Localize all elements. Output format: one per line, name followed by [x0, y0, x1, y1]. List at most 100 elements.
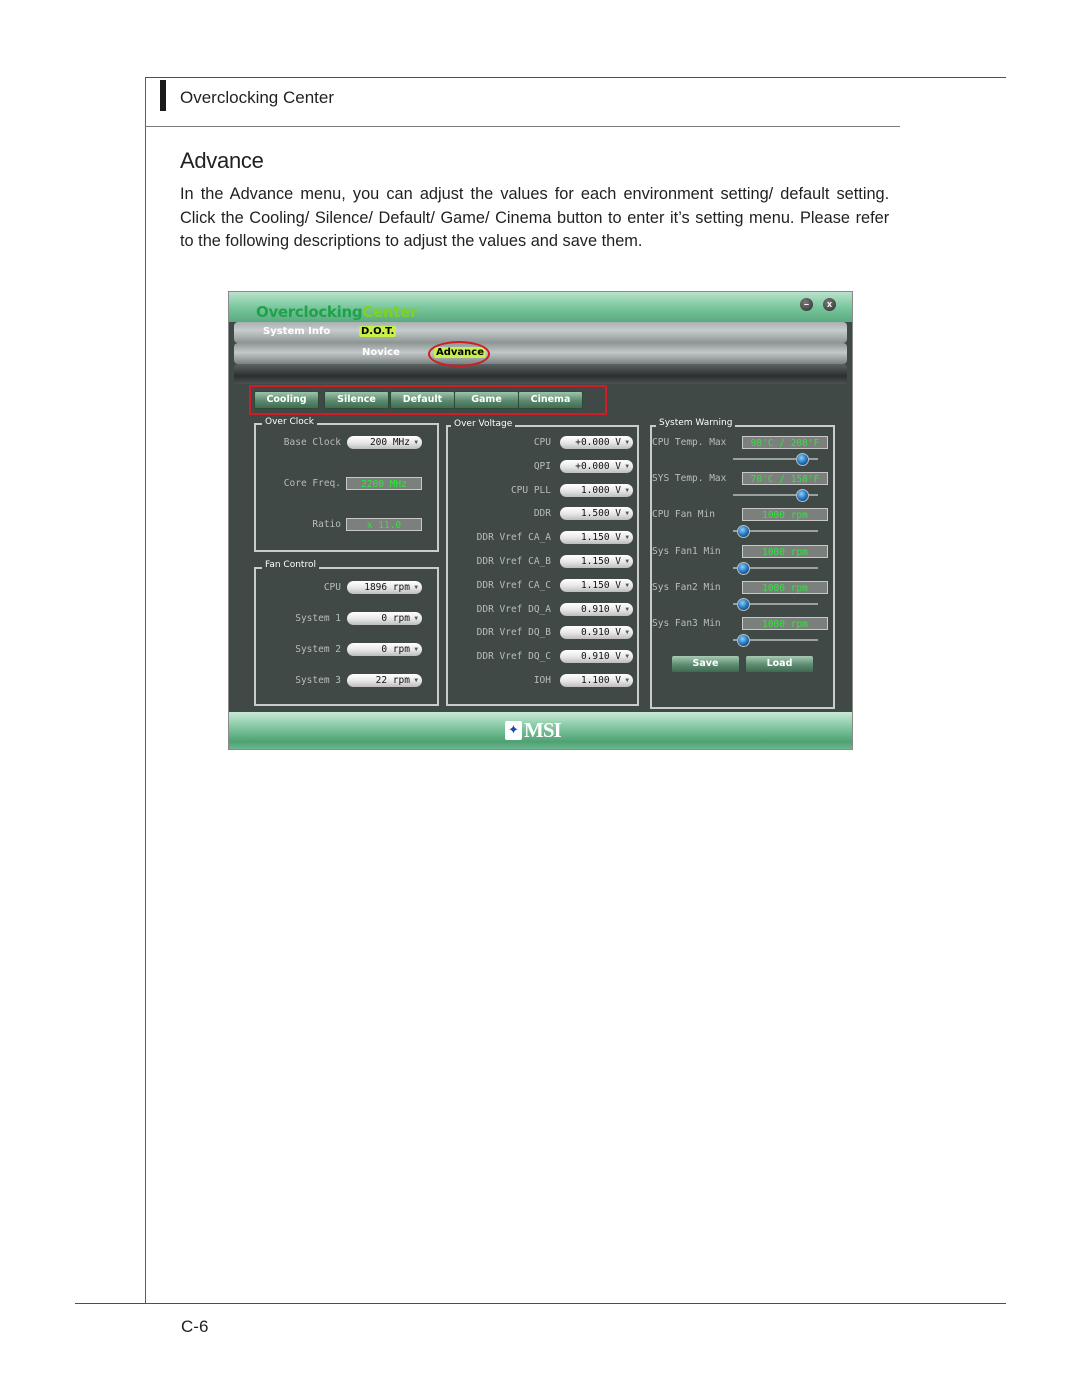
- chevron-down-icon: ▼: [414, 646, 418, 653]
- overclocking-center-window: OverclockingCenter – x System Info D.O.T…: [228, 291, 853, 750]
- voltage-label: DDR Vref CA_A: [476, 532, 551, 544]
- msi-logo-text: MSI: [524, 717, 562, 742]
- nav-dot[interactable]: D.O.T.: [359, 326, 397, 337]
- voltage-dropdown-value: 0.910 V: [580, 651, 621, 663]
- section-rule: [145, 126, 900, 127]
- load-button[interactable]: Load: [746, 656, 813, 672]
- voltage-dropdown[interactable]: 0.910 V ▼: [560, 650, 633, 664]
- warning-readout: 1000 rpm: [742, 544, 828, 558]
- fan-speed-dropdown-value: 22 rpm: [375, 675, 410, 686]
- app-logo: OverclockingCenter: [256, 303, 417, 321]
- over-clock-label: Core Freq.: [283, 478, 341, 489]
- chevron-down-icon: ▼: [625, 462, 629, 470]
- warning-readout: 1000 rpm: [742, 508, 828, 522]
- chevron-down-icon: ▼: [625, 653, 629, 661]
- system-warning-title: System Warning: [656, 418, 736, 428]
- voltage-dropdown[interactable]: 1.000 V ▼: [560, 483, 633, 497]
- fan-control-title: Fan Control: [262, 560, 319, 570]
- voltage-dropdown[interactable]: +0.000 V ▼: [560, 459, 633, 473]
- voltage-label: QPI: [533, 460, 551, 472]
- warning-label: Sys Fan1 Min: [652, 545, 721, 557]
- voltage-dropdown-value: 1.150 V: [580, 532, 621, 544]
- close-icon[interactable]: x: [823, 298, 836, 311]
- chevron-down-icon: ▼: [625, 534, 629, 542]
- voltage-label: DDR Vref DQ_A: [476, 603, 551, 615]
- page-heading: Advance: [180, 148, 264, 173]
- msi-emblem-icon: ✦: [505, 720, 522, 740]
- footer-rule: [75, 1303, 1006, 1304]
- fan-label: System 3: [295, 675, 341, 686]
- fan-label: System 1: [295, 613, 341, 624]
- warning-readout: 1000 rpm: [742, 617, 828, 630]
- voltage-dropdown-value: 1.150 V: [580, 556, 621, 567]
- warning-readout: 1000 rpm: [742, 580, 828, 594]
- page-number: C-6: [181, 1317, 209, 1336]
- voltage-dropdown-value: 0.910 V: [580, 627, 621, 639]
- fan-label: System 2: [295, 644, 341, 655]
- logo-part2: Center: [362, 303, 418, 321]
- advance-highlight-oval: [428, 341, 490, 367]
- slider-knob[interactable]: [795, 453, 809, 466]
- voltage-dropdown[interactable]: 0.910 V ▼: [560, 602, 633, 616]
- warning-label: Sys Fan3 Min: [652, 618, 721, 629]
- voltage-dropdown-value: 1.150 V: [580, 579, 621, 591]
- fan-speed-dropdown-value: 0 rpm: [381, 613, 410, 624]
- over-clock-title: Over Clock: [262, 417, 317, 427]
- chevron-down-icon: ▼: [414, 677, 418, 684]
- save-button[interactable]: Save: [672, 656, 739, 672]
- nav-novice[interactable]: Novice: [362, 347, 400, 358]
- voltage-label: DDR Vref DQ_B: [476, 627, 551, 639]
- chevron-down-icon: ▼: [625, 558, 629, 565]
- fan-speed-dropdown[interactable]: 22 rpm ▼: [347, 674, 422, 687]
- warning-label: CPU Temp. Max: [652, 437, 727, 448]
- voltage-dropdown-value: 1.000 V: [580, 484, 621, 496]
- over-clock-readout: x 11.0: [346, 518, 422, 531]
- over-voltage-title: Over Voltage: [451, 419, 516, 429]
- voltage-dropdown[interactable]: 0.910 V ▼: [560, 626, 633, 640]
- slider-knob[interactable]: [795, 489, 809, 503]
- voltage-label: IOH: [533, 675, 551, 686]
- voltage-dropdown[interactable]: 1.150 V ▼: [560, 531, 633, 545]
- warning-label: CPU Fan Min: [652, 509, 715, 521]
- fan-speed-dropdown-value: 1896 rpm: [364, 582, 410, 593]
- voltage-dropdown[interactable]: 1.150 V ▼: [560, 555, 633, 568]
- base-clock-dropdown[interactable]: 200 MHz ▼: [347, 436, 422, 449]
- base-clock-dropdown-value: 200 MHz: [369, 437, 410, 448]
- margin-rule: [145, 77, 146, 1303]
- fan-speed-dropdown[interactable]: 1896 rpm ▼: [347, 581, 422, 594]
- fan-label: CPU: [323, 582, 341, 593]
- voltage-dropdown[interactable]: 1.150 V ▼: [560, 578, 633, 592]
- voltage-dropdown[interactable]: 1.100 V ▼: [560, 674, 633, 687]
- slider-knob[interactable]: [736, 561, 750, 575]
- over-clock-readout: 2200 MHz: [346, 477, 422, 490]
- section-marker: [160, 80, 166, 111]
- voltage-dropdown-value: 1.500 V: [580, 508, 621, 520]
- fan-speed-dropdown[interactable]: 0 rpm ▼: [347, 612, 422, 625]
- voltage-dropdown-value: 0.910 V: [580, 603, 621, 615]
- chevron-down-icon: ▼: [625, 677, 629, 684]
- nav-band-2: [234, 343, 847, 364]
- chevron-down-icon: ▼: [414, 584, 418, 591]
- chevron-down-icon: ▼: [625, 629, 629, 637]
- voltage-label: CPU: [533, 437, 551, 448]
- preset-highlight-box: [249, 385, 607, 415]
- voltage-dropdown-value: 1.100 V: [580, 675, 621, 686]
- chevron-down-icon: ▼: [625, 486, 629, 494]
- slider-knob[interactable]: [736, 634, 750, 647]
- chevron-down-icon: ▼: [625, 605, 629, 613]
- fan-speed-dropdown[interactable]: 0 rpm ▼: [347, 643, 422, 656]
- nav-band-3: [234, 364, 847, 384]
- minimize-icon[interactable]: –: [800, 298, 813, 311]
- voltage-dropdown[interactable]: +0.000 V ▼: [560, 436, 633, 449]
- chevron-down-icon: ▼: [414, 615, 418, 622]
- nav-system-info[interactable]: System Info: [263, 326, 330, 337]
- warning-readout: 70'C / 158'F: [742, 472, 828, 486]
- voltage-label: DDR Vref DQ_C: [476, 651, 551, 663]
- chevron-down-icon: ▼: [625, 510, 629, 518]
- voltage-label: DDR Vref CA_C: [476, 579, 551, 591]
- warning-label: SYS Temp. Max: [652, 473, 727, 485]
- logo-part1: Overclocking: [256, 303, 363, 321]
- voltage-dropdown-value: +0.000 V: [575, 437, 621, 448]
- slider-knob[interactable]: [736, 597, 750, 611]
- voltage-dropdown[interactable]: 1.500 V ▼: [560, 507, 633, 521]
